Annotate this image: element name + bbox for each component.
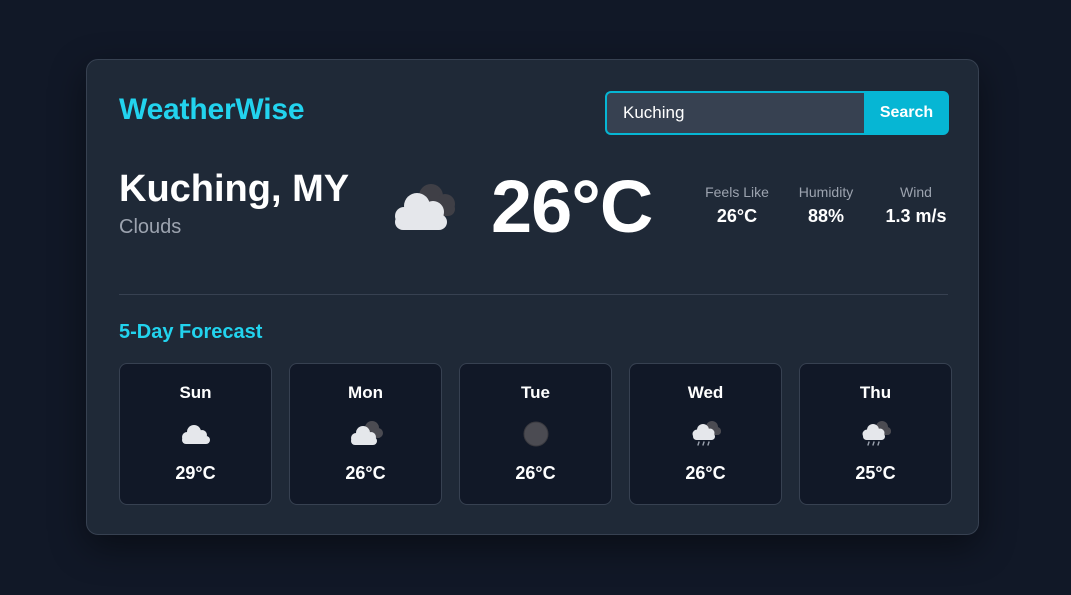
weather-condition: Clouds xyxy=(119,216,182,238)
forecast-day-temp: 26°C xyxy=(685,463,726,483)
forecast-day-name: Thu xyxy=(859,383,892,402)
forecast-day-name: Tue xyxy=(521,383,550,402)
search-button[interactable]: Search xyxy=(864,91,949,135)
broken-clouds-icon xyxy=(351,421,383,445)
stat-humidity: Humidity 88% xyxy=(776,184,876,227)
stat-label: Humidity xyxy=(798,184,854,200)
rain-cloud-icon xyxy=(862,421,891,446)
app-brand: WeatherWise xyxy=(119,93,305,126)
location-name: Kuching, MY xyxy=(119,168,350,210)
forecast-title: 5-Day Forecast xyxy=(119,321,263,343)
stat-value: 1.3 m/s xyxy=(885,206,947,226)
forecast-day-temp: 29°C xyxy=(175,463,216,483)
forecast-day-card: Mon 26°C xyxy=(289,363,442,505)
cloudy-icon xyxy=(395,184,455,230)
forecast-day-temp: 26°C xyxy=(345,463,386,483)
stat-label: Wind xyxy=(900,184,932,200)
stat-value: 26°C xyxy=(716,206,758,226)
search-input[interactable] xyxy=(605,91,864,135)
stat-label: Feels Like xyxy=(705,184,769,200)
weather-card: WeatherWise Search Kuching, MY Clouds 26… xyxy=(86,59,979,535)
forecast-day-temp: 25°C xyxy=(855,463,896,483)
forecast-day-name: Wed xyxy=(687,383,724,402)
stat-wind: Wind 1.3 m/s xyxy=(866,184,966,227)
forecast-day-card: Wed 26°C xyxy=(629,363,782,505)
forecast-day-name: Mon xyxy=(348,383,383,402)
forecast-day-card: Tue 26°C xyxy=(459,363,612,505)
overcast-icon xyxy=(523,421,549,447)
stat-value: 88% xyxy=(807,206,845,226)
forecast-day-temp: 26°C xyxy=(515,463,556,483)
forecast-list: Sun 29°C Mon 26°C Tue 26°C Wed 26°C Thu … xyxy=(119,363,952,505)
stat-feels-like: Feels Like 26°C xyxy=(687,184,787,227)
few-clouds-icon xyxy=(182,425,210,444)
forecast-day-card: Sun 29°C xyxy=(119,363,272,505)
forecast-day-name: Sun xyxy=(179,383,212,402)
search-bar: Search xyxy=(605,91,949,135)
rain-cloud-icon xyxy=(692,421,721,446)
section-divider xyxy=(119,294,948,295)
forecast-day-card: Thu 25°C xyxy=(799,363,952,505)
current-temperature: 26°C xyxy=(491,165,653,248)
